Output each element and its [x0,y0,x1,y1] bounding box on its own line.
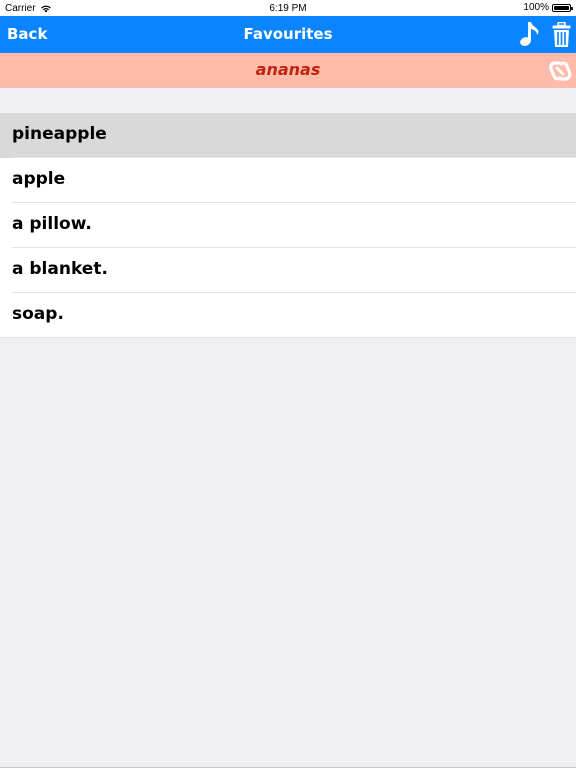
list-item-label: apple [12,169,66,189]
row-separator [0,337,576,338]
battery-percent: 100% [523,2,549,13]
list-item[interactable]: a blanket. [0,248,576,293]
list-item-label: soap. [12,304,64,324]
page-title: Favourites [243,25,333,43]
list-item-label: pineapple [12,124,107,144]
translation-bar: ananas [0,53,576,88]
list-item-label: a pillow. [12,214,92,234]
battery-icon [552,3,573,12]
translated-word: ananas [255,60,321,79]
list-item-label: a blanket. [12,259,108,279]
status-bar: Carrier 6:19 PM 100% [0,0,576,16]
battery-group: 100% [523,2,573,13]
list-item[interactable]: a pillow. [0,203,576,248]
trash-icon[interactable] [552,22,571,48]
list-item[interactable]: pineapple [0,113,576,158]
link-icon[interactable] [548,58,572,84]
music-note-icon[interactable] [518,21,540,47]
favourites-list: pineapple apple a pillow. a blanket. soap. [0,113,576,338]
list-item[interactable]: apple [0,158,576,203]
navigation-bar: Back Favourites [0,16,576,53]
status-time: 6:19 PM [269,3,307,14]
list-item[interactable]: soap. [0,293,576,338]
